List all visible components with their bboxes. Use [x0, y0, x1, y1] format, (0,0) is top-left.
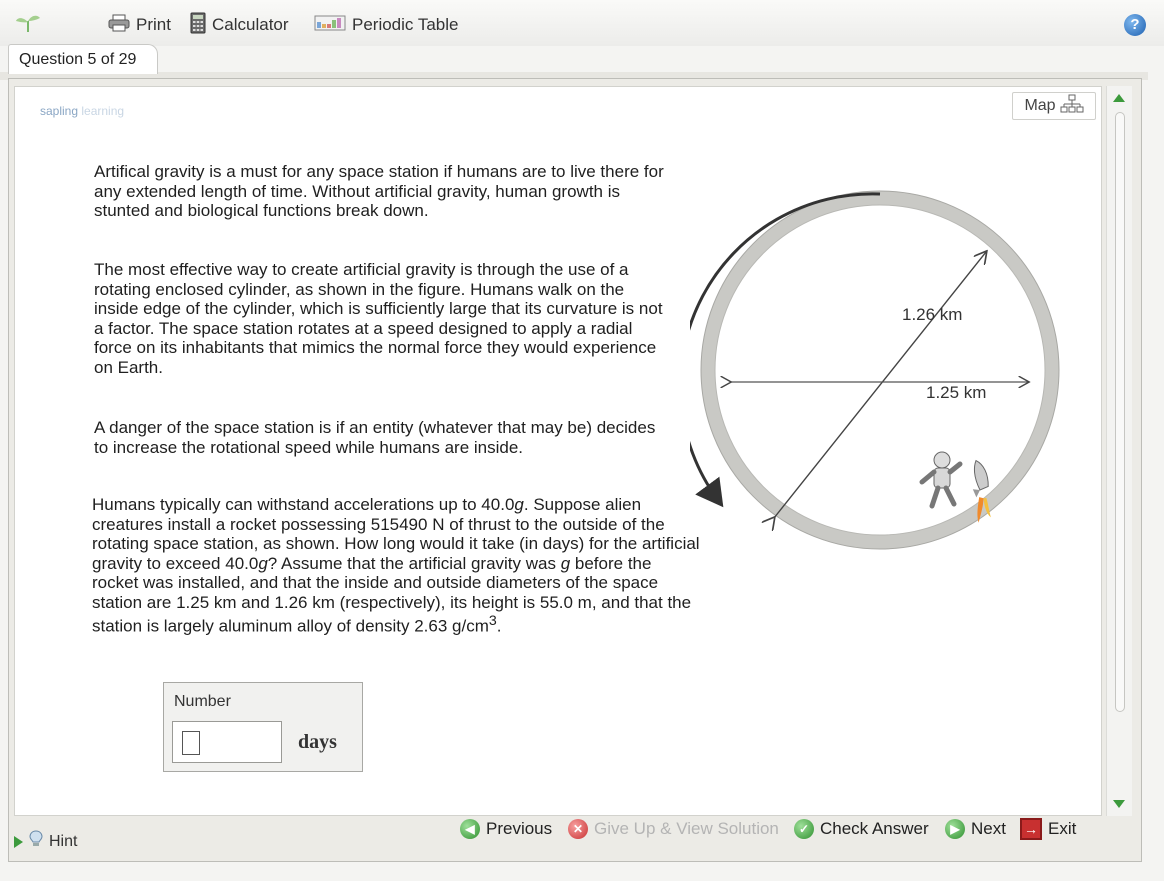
exit-label: Exit	[1048, 819, 1077, 838]
q4-g-1: g	[514, 495, 524, 514]
scroll-up-arrow-icon[interactable]	[1113, 94, 1125, 102]
answer-label: Number	[174, 693, 231, 710]
give-up-label: Give Up & View Solution	[594, 819, 779, 838]
calculator-button[interactable]: Calculator	[190, 12, 289, 39]
next-button[interactable]: ▶ Next	[945, 816, 1006, 842]
brand-name: sapling	[40, 104, 79, 118]
vertical-scrollbar[interactable]	[1106, 86, 1132, 816]
print-button[interactable]: Print	[108, 14, 171, 36]
question-paragraph-1: Artifical gravity is a must for any spac…	[94, 162, 664, 220]
brand-suffix: learning	[81, 104, 125, 118]
periodic-table-icon	[314, 14, 346, 37]
exit-button[interactable]: → Exit	[1020, 816, 1076, 842]
rotation-arrow	[678, 192, 881, 508]
printer-icon	[108, 14, 130, 37]
q4-superscript: 3	[488, 613, 497, 629]
map-label: Map	[1024, 97, 1056, 114]
sapling-learning-logo: sapling learning	[40, 104, 124, 118]
answer-input[interactable]	[172, 721, 282, 763]
previous-arrow-icon: ◀	[460, 819, 480, 839]
calculator-icon	[190, 12, 206, 39]
q4-g-3: g	[560, 553, 571, 573]
top-toolbar: Print Calculator Periodic Table ?	[0, 0, 1164, 46]
outer-diameter-label: 1.26 km	[902, 305, 962, 324]
lightbulb-icon	[29, 830, 43, 853]
periodic-table-button[interactable]: Periodic Table	[314, 14, 458, 36]
answer-unit: days	[298, 731, 337, 753]
inner-diameter-label: 1.25 km	[926, 383, 986, 402]
expand-arrow-icon	[14, 835, 23, 848]
sprout-logo-icon	[14, 12, 42, 37]
question-paragraph-2: The most effective way to create artific…	[94, 260, 663, 377]
exit-door-icon: →	[1020, 818, 1042, 840]
periodic-table-label: Periodic Table	[352, 15, 459, 34]
hint-label: Hint	[49, 832, 78, 850]
question-paragraph-3: A danger of the space station is if an e…	[94, 418, 656, 457]
space-station-figure: 1.26 km 1.25 km	[678, 180, 1070, 560]
astronaut-icon	[919, 451, 963, 509]
q4-text-end: .	[496, 616, 502, 636]
question-counter-tab[interactable]: Question 5 of 29	[8, 44, 158, 74]
hint-button[interactable]: Hint	[14, 830, 77, 853]
answer-box: Number days	[163, 682, 363, 772]
give-up-view-solution-button[interactable]: ✕ Give Up & View Solution	[568, 816, 779, 842]
previous-label: Previous	[486, 819, 553, 838]
print-label: Print	[136, 15, 171, 34]
scroll-down-arrow-icon[interactable]	[1113, 800, 1125, 808]
scroll-thumb[interactable]	[1115, 112, 1125, 712]
check-answer-button[interactable]: ✓ Check Answer	[794, 816, 929, 842]
stop-icon: ✕	[568, 819, 588, 839]
q4-g-2: g	[258, 553, 268, 573]
map-button[interactable]: Map	[1012, 92, 1096, 120]
q4-text-a: Humans typically can withstand accelerat…	[92, 495, 515, 514]
next-arrow-icon: ▶	[945, 819, 965, 839]
question-paragraph-4: Humans typically can withstand accelerat…	[92, 495, 702, 636]
help-icon[interactable]: ?	[1124, 14, 1146, 36]
station-ring	[700, 190, 1060, 550]
calculator-label: Calculator	[212, 15, 289, 34]
q4-text-c: ? Assume that the artificial gravity was	[267, 553, 561, 573]
previous-button[interactable]: ◀ Previous	[460, 816, 552, 842]
sitemap-icon	[1060, 94, 1084, 119]
checkmark-icon: ✓	[794, 819, 814, 839]
next-label: Next	[971, 819, 1006, 838]
check-answer-label: Check Answer	[820, 819, 929, 838]
